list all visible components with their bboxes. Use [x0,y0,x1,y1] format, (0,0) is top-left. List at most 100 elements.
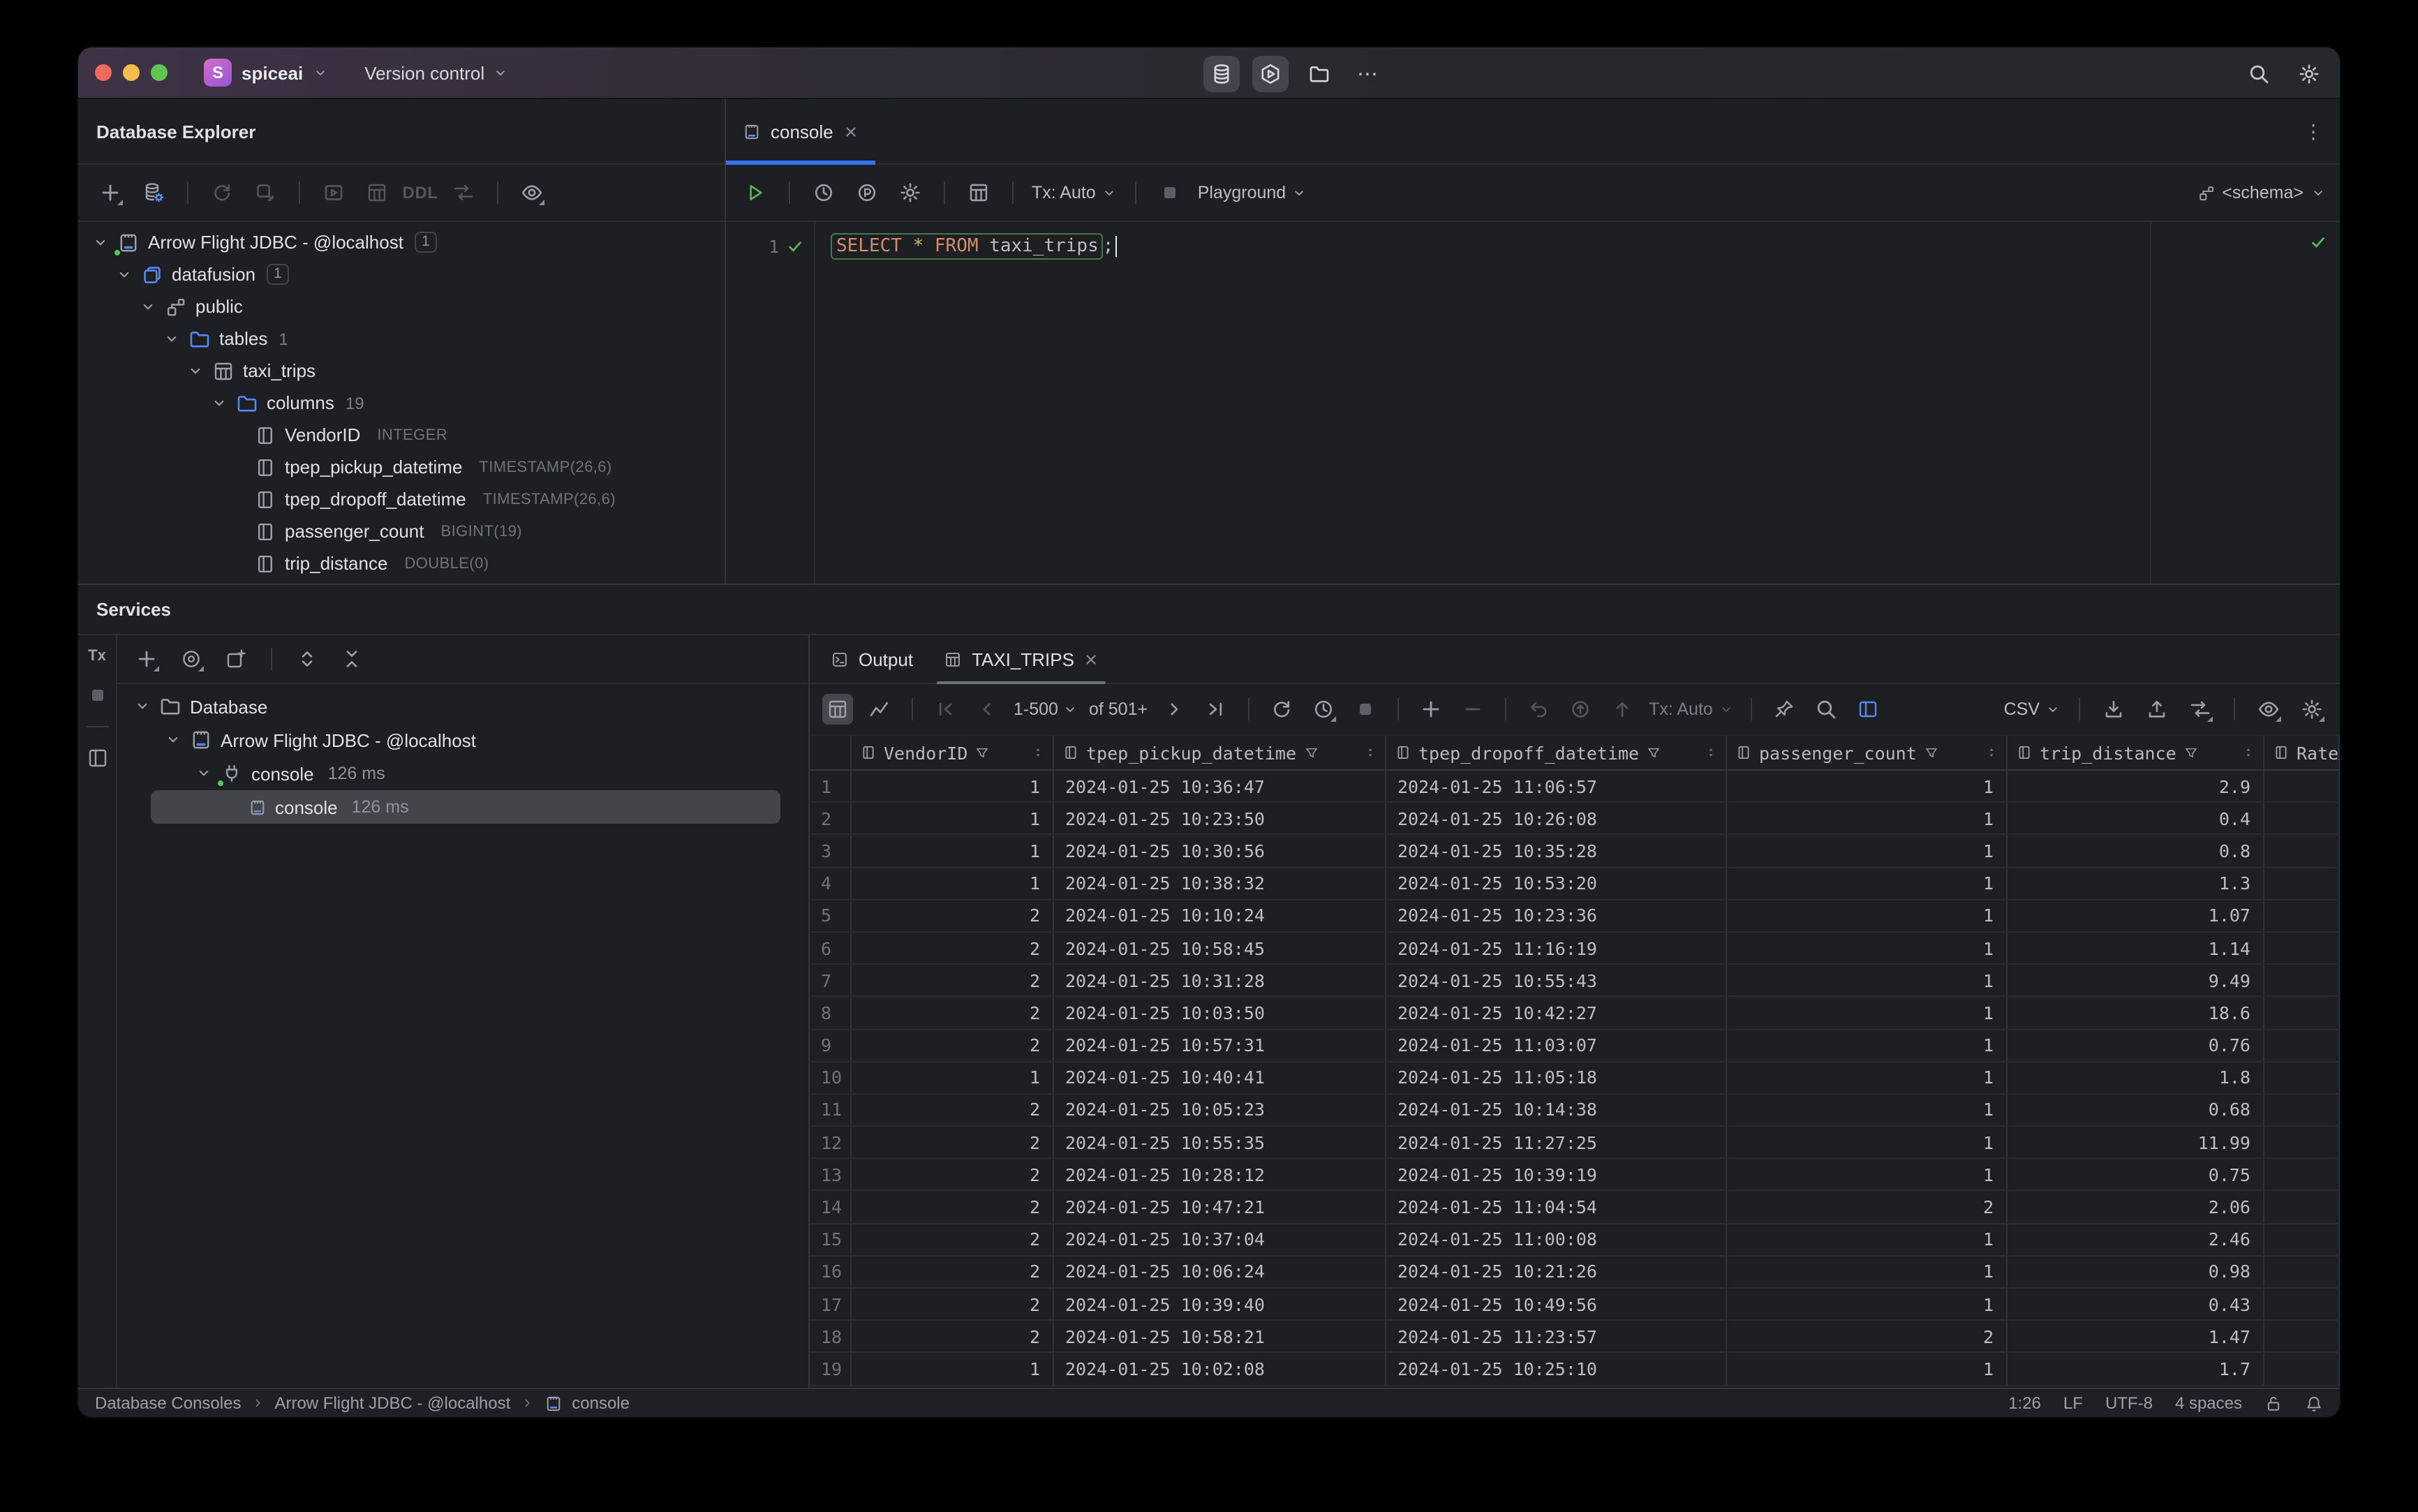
grid-row-number[interactable]: 14 [810,1191,852,1223]
tree-item-columns-folder[interactable]: columns 19 [78,387,725,419]
stop-strip-icon[interactable] [86,684,108,706]
grid-cell[interactable]: 2 [852,1224,1054,1255]
paged-results-button[interactable] [1853,694,1883,725]
tree-item-tables-folder[interactable]: tables 1 [78,323,725,355]
grid-cell[interactable]: 1 [852,1353,1054,1385]
chevron-down-icon[interactable] [211,394,228,411]
grid-cell[interactable]: 2 [852,1191,1054,1223]
tree-item-column[interactable]: trip_distance DOUBLE(0) [78,547,725,579]
tree-item-column[interactable]: tpep_pickup_datetime TIMESTAMP(26,6) [78,451,725,483]
grid-cell[interactable]: 2024-01-25 11:00:08 [1386,1224,1727,1255]
submit-button[interactable] [1607,694,1638,725]
grid-cell[interactable]: 1 [852,803,1054,834]
chevron-down-icon[interactable] [116,266,133,283]
grid-row-number[interactable]: 10 [810,1062,852,1093]
sort-icon[interactable] [2242,744,2255,761]
execute-button[interactable] [740,177,771,208]
tab-taxi-trips[interactable]: TAXI_TRIPS [928,635,1115,684]
grid-cell[interactable]: 2 [852,1159,1054,1190]
grid-cell[interactable]: 2024-01-25 10:10:24 [1054,900,1386,931]
grid-cell[interactable]: 1 [852,771,1054,802]
grid-cell[interactable]: 1 [1727,1353,2008,1385]
grid-cell[interactable]: 2024-01-25 11:06:57 [1386,771,1727,802]
grid-settings-button[interactable] [2297,694,2327,725]
tx-mode-dropdown[interactable]: Tx: Auto [1649,699,1734,719]
grid-cell[interactable]: 1 [1727,1289,2008,1320]
grid-cell[interactable] [2264,1127,2340,1158]
grid-cell[interactable]: 2024-01-25 10:21:26 [1386,1256,1727,1287]
chevron-down-icon[interactable] [195,765,212,782]
grid-cell[interactable]: 2024-01-25 10:05:23 [1054,1094,1386,1126]
chevron-down-icon[interactable] [134,698,151,715]
grid-column-header[interactable]: VendorID [852,736,1054,769]
grid-cell[interactable]: 2 [852,1321,1054,1352]
grid-column-header[interactable]: passenger_count [1727,736,2008,769]
add-datasource-button[interactable] [95,177,126,208]
filter-funnel-icon[interactable] [1646,745,1661,760]
grid-cell[interactable]: 2 [1727,1191,2008,1223]
tree-item-datasource[interactable]: Arrow Flight JDBC - @localhost 1 [78,226,725,258]
grid-column-header[interactable]: trip_distance [2008,736,2264,769]
revert-button[interactable] [1523,694,1554,725]
grid-cell[interactable]: 0.68 [2008,1094,2264,1126]
grid-row-number[interactable]: 19 [810,1353,852,1385]
bell-icon[interactable] [2305,1394,2323,1412]
grid-cell[interactable]: 1 [1727,868,2008,899]
grid-cell[interactable]: 2024-01-25 10:37:04 [1054,1224,1386,1255]
tree-item-database[interactable]: datafusion 1 [78,258,725,290]
jump-to-console-button[interactable] [318,177,349,208]
grid-cell[interactable]: 2024-01-25 11:16:19 [1386,932,1727,964]
grid-cell[interactable]: 1 [1727,1030,2008,1061]
grid-cell[interactable] [2264,1159,2340,1190]
first-page-button[interactable] [930,694,960,725]
grid-row-number[interactable]: 11 [810,1094,852,1126]
pin-tab-button[interactable] [1769,694,1800,725]
grid-cell[interactable]: 1.8 [2008,1062,2264,1093]
grid-cell[interactable]: 0.8 [2008,835,2264,867]
grid-cell[interactable]: 1 [852,868,1054,899]
grid-cell[interactable]: 2024-01-25 11:03:07 [1386,1030,1727,1061]
grid-cell[interactable]: 2 [852,1289,1054,1320]
grid-cell[interactable]: 2024-01-25 10:03:50 [1054,997,1386,1028]
chevron-down-icon[interactable] [140,298,156,315]
grid-cell[interactable]: 1.47 [2008,1321,2264,1352]
grid-cell[interactable]: 2024-01-25 10:40:41 [1054,1062,1386,1093]
line-ending[interactable]: LF [2063,1393,2083,1413]
grid-cell[interactable]: 1.07 [2008,900,2264,931]
table-view-button[interactable] [822,694,853,725]
grid-cell[interactable]: 2024-01-25 10:06:24 [1054,1256,1386,1287]
compare-button[interactable] [448,177,479,208]
grid-row-number[interactable]: 3 [810,835,852,867]
grid-row-number[interactable]: 5 [810,900,852,931]
project-files-button[interactable] [1301,55,1337,91]
tree-item-column[interactable]: tpep_dropoff_datetime TIMESTAMP(26,6) [78,483,725,515]
tx-mode-dropdown[interactable]: Tx: Auto [1032,183,1117,202]
grid-cell[interactable]: 2024-01-25 10:58:21 [1054,1321,1386,1352]
chevron-down-icon[interactable] [187,362,204,379]
last-page-button[interactable] [1201,694,1231,725]
grid-cell[interactable]: 2.46 [2008,1224,2264,1255]
grid-row-number[interactable]: 15 [810,1224,852,1255]
grid-cell[interactable]: 0.4 [2008,803,2264,834]
grid-cell[interactable]: 1 [1727,835,2008,867]
grid-row-number[interactable]: 16 [810,1256,852,1287]
grid-cell[interactable]: 2024-01-25 10:57:31 [1054,1030,1386,1061]
grid-row-number[interactable]: 2 [810,803,852,834]
grid-column-header[interactable]: tpep_pickup_datetime [1054,736,1386,769]
breadcrumb-item[interactable]: Arrow Flight JDBC - @localhost [274,1393,510,1413]
sort-icon[interactable] [1364,744,1377,761]
grid-cell[interactable]: 1 [1727,1159,2008,1190]
chevron-down-icon[interactable] [163,330,180,347]
grid-row-number[interactable]: 9 [810,1030,852,1061]
grid-cell[interactable]: 1 [1727,932,2008,964]
filter-funnel-icon[interactable] [1924,745,1939,760]
grid-cell[interactable]: 2024-01-25 10:14:38 [1386,1094,1727,1126]
close-tab-icon[interactable] [843,124,859,139]
filter-funnel-icon[interactable] [1303,745,1319,760]
filter-funnel-icon[interactable] [974,745,990,760]
grid-cell[interactable]: 2024-01-25 10:28:12 [1054,1159,1386,1190]
grid-column-header[interactable]: Rate [2264,736,2340,769]
grid-cell[interactable] [2264,771,2340,802]
grid-cell[interactable]: 2024-01-25 10:26:08 [1386,803,1727,834]
refresh-button[interactable] [207,177,237,208]
